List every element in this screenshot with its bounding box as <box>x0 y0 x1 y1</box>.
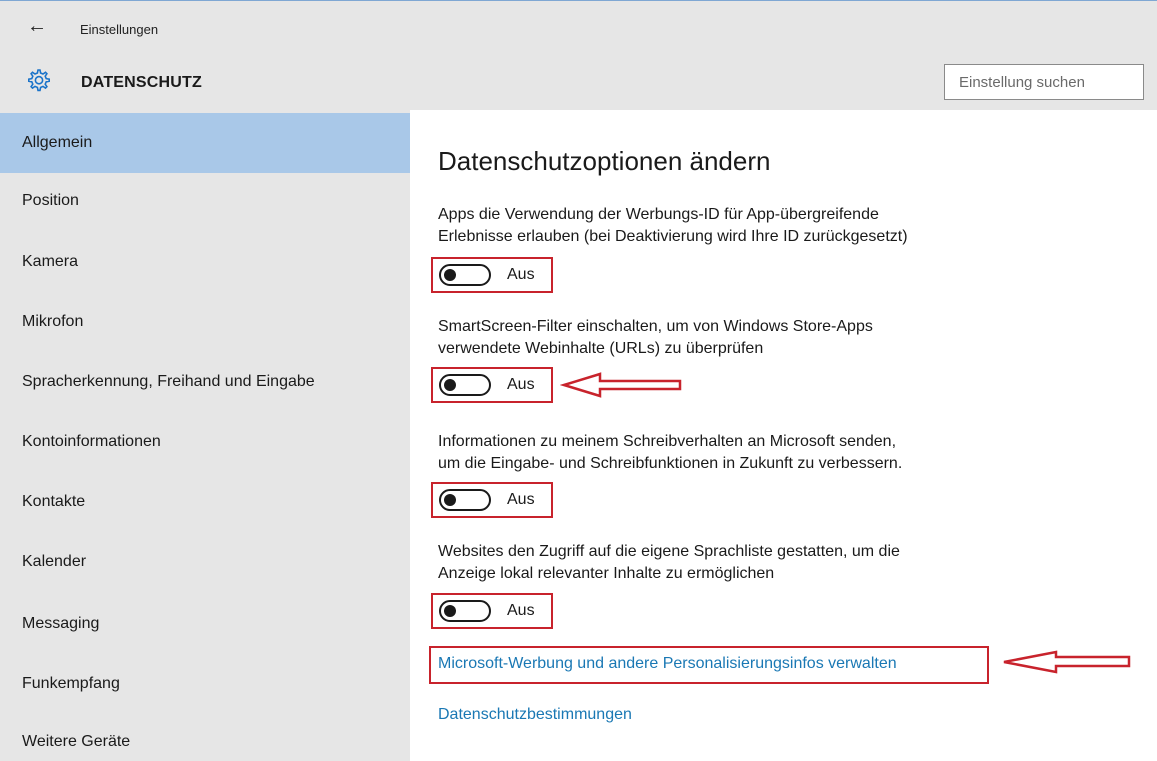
setting-language-list-text: Websites den Zugriff auf die eigene Spra… <box>438 541 1008 585</box>
search-input[interactable] <box>944 64 1144 100</box>
typing-info-toggle-highlight: Aus <box>431 482 553 518</box>
setting-typing-info-line2: um die Eingabe- und Schreibfunktionen in… <box>438 455 903 472</box>
sidebar-item-mikrofon[interactable]: Mikrofon <box>0 292 410 352</box>
setting-advertising-id-text: Apps die Verwendung der Werbungs-ID für … <box>438 204 1008 248</box>
page-title: DATENSCHUTZ <box>81 74 203 91</box>
setting-smartscreen-text: SmartScreen-Filter einschalten, um von W… <box>438 316 1008 360</box>
setting-language-list-line1: Websites den Zugriff auf die eigene Spra… <box>438 543 900 560</box>
sidebar: Allgemein Position Kamera Mikrofon Sprac… <box>0 110 410 761</box>
setting-language-list-line2: Anzeige lokal relevanter Inhalte zu ermö… <box>438 565 775 582</box>
smartscreen-toggle[interactable] <box>439 374 491 396</box>
section-heading: Datenschutzoptionen ändern <box>438 146 771 176</box>
title-bar: ← Einstellungen <box>0 0 1157 58</box>
setting-advertising-id-line2: Erlebnisse erlauben (bei Deaktivierung w… <box>438 228 908 245</box>
personalization-link[interactable]: Microsoft-Werbung und andere Personalisi… <box>438 655 897 673</box>
setting-smartscreen-line1: SmartScreen-Filter einschalten, um von W… <box>438 318 873 335</box>
language-list-toggle[interactable] <box>439 600 491 622</box>
sidebar-item-messaging[interactable]: Messaging <box>0 594 410 654</box>
gear-icon <box>28 69 50 92</box>
toggle-knob <box>444 605 456 617</box>
toggle-knob <box>444 494 456 506</box>
annotation-arrow-icon <box>1003 650 1131 674</box>
sidebar-item-kontakte[interactable]: Kontakte <box>0 472 410 532</box>
smartscreen-toggle-state: Aus <box>507 376 535 393</box>
language-list-toggle-state: Aus <box>507 602 535 619</box>
advertising-id-toggle-state: Aus <box>507 266 535 283</box>
sidebar-item-position[interactable]: Position <box>0 171 410 231</box>
setting-advertising-id-line1: Apps die Verwendung der Werbungs-ID für … <box>438 206 879 223</box>
app-title: Einstellungen <box>80 22 159 37</box>
sidebar-item-kamera[interactable]: Kamera <box>0 232 410 292</box>
setting-smartscreen-line2: verwendete Webinhalte (URLs) zu überprüf… <box>438 340 764 357</box>
privacy-statement-link[interactable]: Datenschutzbestimmungen <box>438 706 632 724</box>
annotation-arrow-icon <box>560 372 682 398</box>
smartscreen-toggle-highlight: Aus <box>431 367 553 403</box>
toggle-knob <box>444 269 456 281</box>
sidebar-item-allgemein[interactable]: Allgemein <box>0 113 410 173</box>
page-header: DATENSCHUTZ <box>0 58 1157 110</box>
sidebar-item-funkempfang[interactable]: Funkempfang <box>0 654 410 714</box>
typing-info-toggle[interactable] <box>439 489 491 511</box>
sidebar-item-kalender[interactable]: Kalender <box>0 532 410 592</box>
sidebar-item-weitere-geraete[interactable]: Weitere Geräte <box>0 712 410 761</box>
back-arrow-icon[interactable]: ← <box>26 15 48 37</box>
sidebar-item-kontoinformationen[interactable]: Kontoinformationen <box>0 412 410 472</box>
sidebar-item-spracherkennung[interactable]: Spracherkennung, Freihand und Eingabe <box>0 352 410 412</box>
advertising-id-toggle[interactable] <box>439 264 491 286</box>
advertising-id-toggle-highlight: Aus <box>431 257 553 293</box>
setting-typing-info-line1: Informationen zu meinem Schreibverhalten… <box>438 433 897 450</box>
setting-typing-info-text: Informationen zu meinem Schreibverhalten… <box>438 431 1008 475</box>
typing-info-toggle-state: Aus <box>507 491 535 508</box>
toggle-knob <box>444 379 456 391</box>
language-list-toggle-highlight: Aus <box>431 593 553 629</box>
